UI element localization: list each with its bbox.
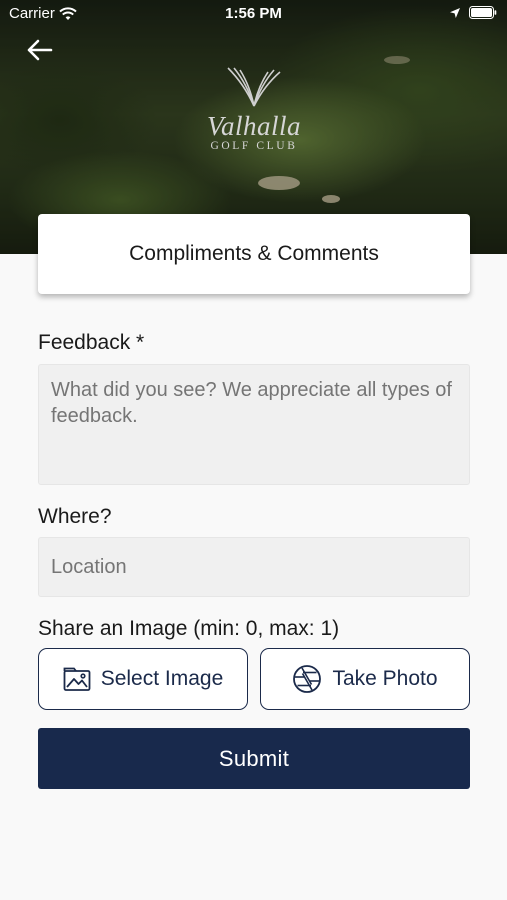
feedback-textarea[interactable] <box>38 364 470 485</box>
submit-label: Submit <box>218 745 290 771</box>
club-logo: Valhalla GOLF CLUB <box>186 66 322 162</box>
wings-logo-icon <box>227 67 281 107</box>
where-label: Where? <box>38 505 112 528</box>
location-arrow-icon <box>450 7 460 18</box>
battery-icon <box>469 6 497 19</box>
arrow-left-icon <box>27 39 53 61</box>
feedback-label: Feedback * <box>38 331 145 354</box>
share-image-label: Share an Image (min: 0, max: 1) <box>38 617 340 640</box>
status-time: 1:56 PM <box>225 5 282 22</box>
take-photo-button[interactable]: Take Photo <box>260 648 470 710</box>
camera-aperture-icon <box>293 665 322 693</box>
logo-name: Valhalla <box>206 111 301 141</box>
select-image-button[interactable]: Select Image <box>38 648 248 710</box>
page-title: Compliments & Comments <box>129 242 379 265</box>
logo-subtitle: GOLF CLUB <box>210 140 298 152</box>
select-image-label: Select Image <box>100 667 224 690</box>
take-photo-label: Take Photo <box>332 667 438 690</box>
location-input[interactable] <box>38 537 470 597</box>
status-bar: Carrier 1:56 PM <box>0 0 507 28</box>
status-indicators <box>449 6 497 19</box>
page-title-card: Compliments & Comments <box>38 214 470 294</box>
submit-button[interactable]: Submit <box>38 728 470 789</box>
image-icon <box>63 667 91 691</box>
back-button[interactable] <box>22 34 56 66</box>
